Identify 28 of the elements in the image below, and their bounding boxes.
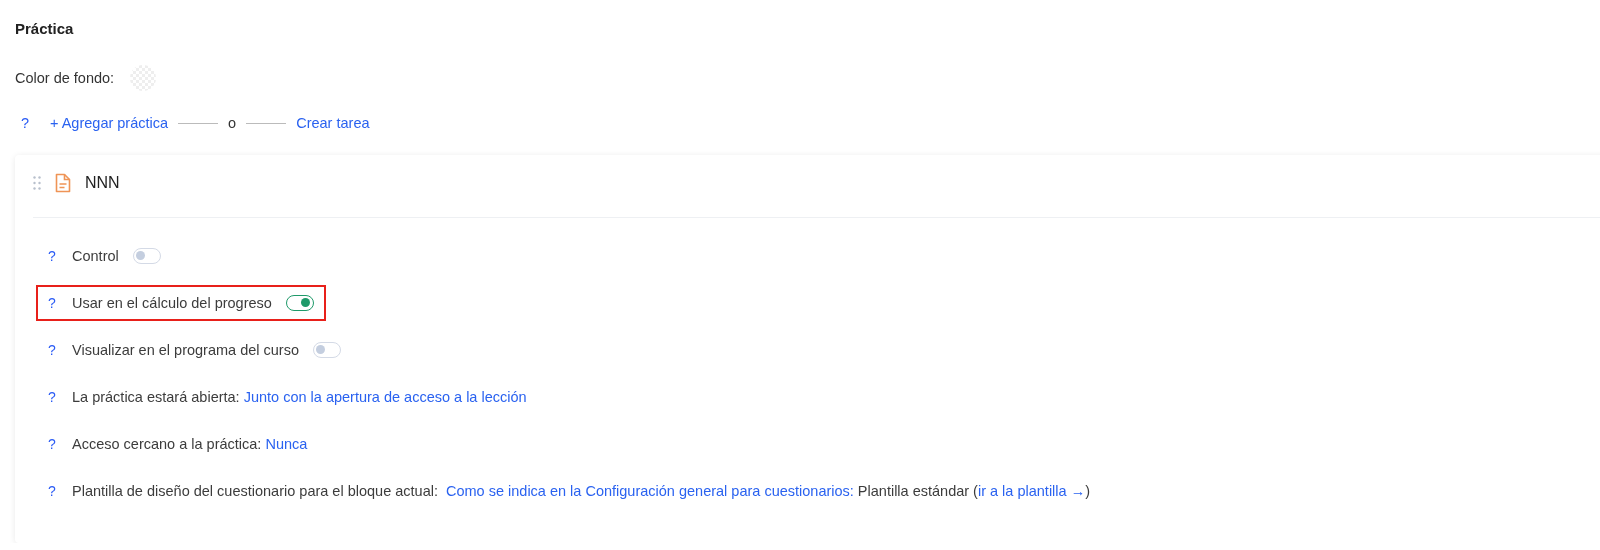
- card-title: NNN: [85, 174, 120, 192]
- setting-link[interactable]: Como se indica en la Configuración general para cuestionarios:: [446, 483, 854, 499]
- help-icon[interactable]: ?: [15, 115, 50, 131]
- help-icon[interactable]: ?: [48, 295, 72, 311]
- help-icon[interactable]: ?: [48, 248, 72, 264]
- help-icon[interactable]: ?: [48, 436, 72, 452]
- setting-label: Control: [72, 248, 119, 264]
- setting-link[interactable]: ir a la plantilla →: [977, 483, 1086, 499]
- setting-link[interactable]: Nunca: [265, 436, 308, 452]
- setting-text: Acceso cercano a la práctica:: [72, 436, 262, 452]
- setting-text: La práctica estará abierta:: [72, 389, 240, 405]
- drag-handle-icon[interactable]: [33, 176, 41, 190]
- setting-text: Plantilla de diseño del cuestionario para el bloque actual:: [72, 483, 439, 499]
- setting-text: ): [1085, 483, 1090, 499]
- document-icon: [55, 173, 71, 193]
- create-task-link[interactable]: Crear tarea: [296, 115, 370, 131]
- section-title: Práctica: [15, 20, 75, 37]
- setting-link[interactable]: Junto con la apertura de acceso a la lección: [243, 389, 527, 405]
- toggle-switch[interactable]: [285, 295, 314, 311]
- setting-label: Visualizar en el programa del curso: [72, 342, 299, 358]
- separator-text: o: [228, 115, 237, 131]
- setting-label: Usar en el cálculo del progreso: [72, 295, 272, 311]
- add-practice-link[interactable]: + Agregar práctica: [50, 115, 169, 131]
- help-icon[interactable]: ?: [48, 389, 72, 405]
- help-icon[interactable]: ?: [48, 342, 72, 358]
- setting-text: Plantilla estándar (: [857, 483, 978, 499]
- color-label: Color de fondo:: [15, 70, 115, 86]
- help-icon[interactable]: ?: [48, 483, 72, 499]
